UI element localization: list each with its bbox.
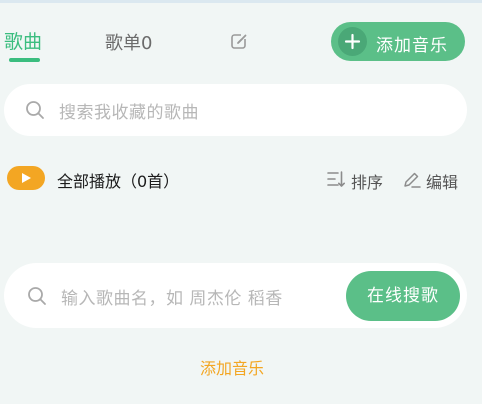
edit-button[interactable]: 编辑	[426, 169, 458, 193]
online-search-button[interactable]: 在线搜歌	[346, 271, 460, 321]
search-placeholder: 搜索我收藏的歌曲	[59, 103, 199, 123]
pencil-icon[interactable]	[403, 171, 421, 188]
active-tab-indicator	[9, 58, 40, 62]
play-all-button[interactable]	[7, 166, 45, 190]
add-music-label: 添加音乐	[376, 36, 448, 56]
sort-button[interactable]: 排序	[351, 169, 383, 193]
search-icon	[26, 101, 44, 119]
plus-icon	[338, 27, 367, 56]
tab-playlists[interactable]: 歌单0	[105, 29, 152, 55]
add-music-button[interactable]: 添加音乐	[331, 22, 465, 61]
add-music-link[interactable]: 添加音乐	[200, 355, 264, 379]
tab-songs[interactable]: 歌曲	[4, 27, 42, 54]
online-search-bar[interactable]: 输入歌曲名，如 周杰伦 稻香 在线搜歌	[4, 263, 467, 328]
online-search-placeholder[interactable]: 输入歌曲名，如 周杰伦 稻香	[61, 284, 283, 309]
sort-icon[interactable]	[327, 171, 345, 188]
search-icon	[28, 287, 46, 305]
play-all-label[interactable]: 全部播放（0首）	[57, 168, 179, 192]
play-icon	[22, 173, 31, 183]
top-border	[0, 0, 482, 3]
favorites-search-input[interactable]: 搜索我收藏的歌曲	[4, 84, 467, 136]
edit-icon[interactable]	[230, 32, 248, 50]
